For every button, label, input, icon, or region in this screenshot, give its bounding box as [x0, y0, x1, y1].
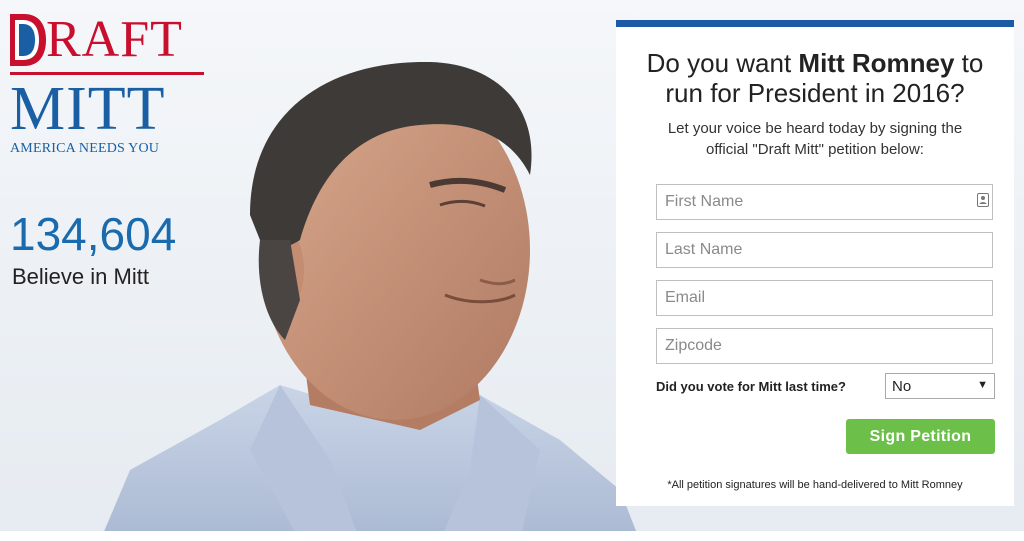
draft-d-logo-icon: [10, 14, 46, 66]
chevron-down-icon: ▼: [977, 379, 988, 391]
petition-panel: Do you want Mitt Romney to run for Presi…: [616, 20, 1014, 506]
contact-card-icon[interactable]: [977, 193, 989, 207]
title-candidate-name: Mitt Romney: [798, 48, 955, 78]
vote-select[interactable]: No ▼: [885, 373, 995, 399]
vote-question-label: Did you vote for Mitt last time?: [656, 379, 846, 394]
page-bottom-strip: [0, 531, 1024, 541]
petition-title: Do you want Mitt Romney to run for Presi…: [616, 48, 1014, 108]
first-name-field[interactable]: [656, 184, 993, 220]
supporter-count-label: Believe in Mitt: [12, 264, 149, 289]
last-name-field[interactable]: [656, 232, 993, 268]
petition-subtitle: Let your voice be heard today by signing…: [667, 120, 963, 158]
supporter-counter: 134,604 Believe in Mitt: [10, 210, 176, 290]
sign-petition-button[interactable]: Sign Petition: [846, 419, 995, 454]
draft-mitt-logo[interactable]: RAFT MITT AMERICA NEEDS YOU: [10, 10, 206, 157]
logo-draft-row: RAFT: [10, 10, 206, 66]
zipcode-field[interactable]: [656, 328, 993, 364]
email-field[interactable]: [656, 280, 993, 316]
title-prefix: Do you want: [646, 48, 799, 78]
logo-draft-text: RAFT: [46, 11, 183, 68]
vote-selected-value: No: [892, 377, 912, 395]
petition-footnote: *All petition signatures will be hand-de…: [667, 479, 963, 491]
logo-tagline: AMERICA NEEDS YOU: [10, 141, 160, 156]
supporter-count: 134,604: [10, 208, 177, 260]
logo-mitt-text: MITT: [10, 75, 166, 143]
